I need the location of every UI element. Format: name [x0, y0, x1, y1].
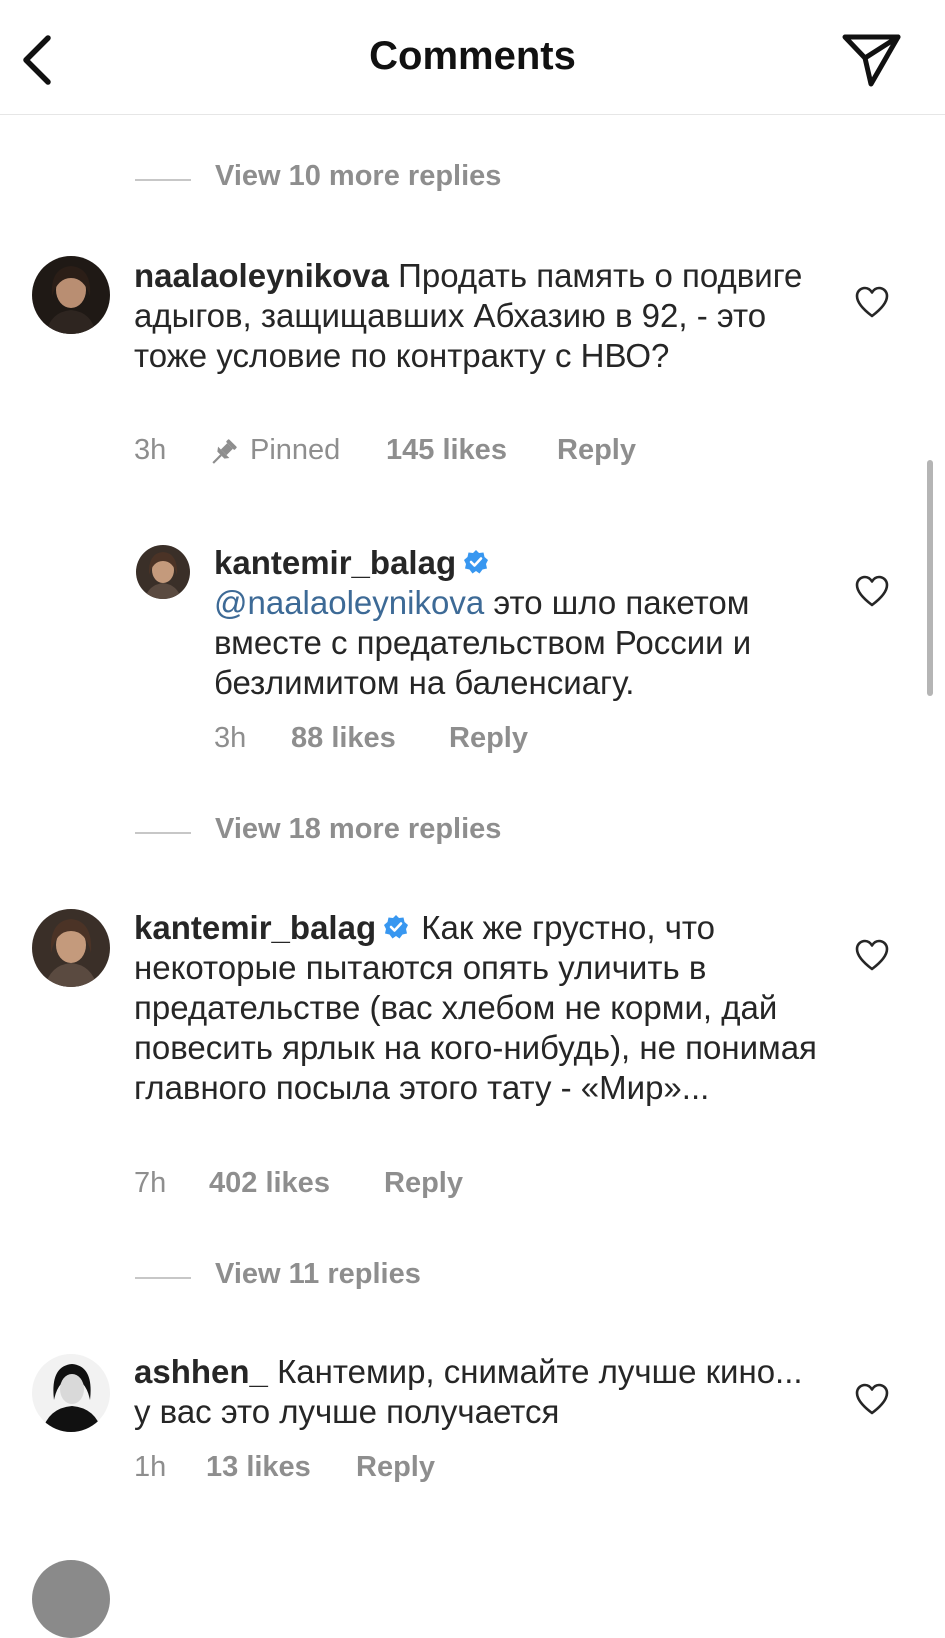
heart-icon[interactable] — [854, 574, 890, 608]
likes-count[interactable]: 145 likes — [386, 434, 507, 467]
header-bar: Comments — [0, 0, 945, 115]
pinned-label: Pinned — [250, 434, 341, 466]
username[interactable]: kantemir_balag — [214, 544, 456, 581]
reply-button[interactable]: Reply — [557, 434, 636, 467]
comment-meta: 3h Pinned 145 likes Reply — [134, 434, 694, 474]
share-button[interactable] — [838, 30, 904, 90]
timestamp: 7h — [134, 1167, 167, 1199]
scrollbar[interactable] — [927, 460, 933, 696]
reply-button[interactable]: Reply — [356, 1451, 435, 1484]
comment-text: kantemir_balag Как же грустно, что некот… — [134, 908, 824, 1108]
avatar[interactable] — [136, 545, 190, 599]
timestamp: 1h — [134, 1451, 167, 1483]
timestamp: 3h — [214, 722, 247, 754]
reply-meta: 3h 88 likes Reply — [214, 722, 614, 762]
reply-button[interactable]: Reply — [449, 722, 528, 755]
avatar[interactable] — [32, 1560, 110, 1638]
verified-badge-icon — [384, 915, 409, 939]
comment-text: ashhen_ Кантемир, снимайте лучше кино...… — [134, 1352, 824, 1432]
view-more-label: View 18 more replies — [215, 813, 502, 845]
reply-text: kantemir_balag @naalaoleynikova это шло … — [214, 543, 824, 703]
view-more-label: View 11 replies — [215, 1258, 421, 1290]
likes-count[interactable]: 88 likes — [291, 722, 396, 755]
heart-icon[interactable] — [854, 285, 890, 319]
avatar[interactable] — [32, 909, 110, 987]
heart-icon[interactable] — [854, 938, 890, 972]
comment-meta: 1h 13 likes Reply — [134, 1451, 534, 1491]
divider-line — [135, 1277, 191, 1279]
view-more-replies[interactable]: View 11 replies — [135, 1258, 475, 1298]
verified-badge-icon — [464, 550, 489, 574]
timestamp: 3h — [134, 434, 167, 466]
page-title: Comments — [369, 34, 576, 78]
reply-button[interactable]: Reply — [384, 1167, 463, 1200]
username[interactable]: naalaoleynikova — [134, 257, 389, 294]
divider-line — [135, 832, 191, 834]
heart-icon[interactable] — [854, 1382, 890, 1416]
username[interactable]: ashhen_ — [134, 1353, 268, 1390]
divider-line — [135, 179, 191, 181]
view-more-replies[interactable]: View 10 more replies — [135, 160, 555, 200]
mention-link[interactable]: @naalaoleynikova — [214, 584, 484, 621]
avatar[interactable] — [32, 256, 110, 334]
paper-plane-icon — [842, 34, 901, 87]
likes-count[interactable]: 13 likes — [206, 1451, 311, 1484]
view-more-label: View 10 more replies — [215, 160, 502, 192]
comment-meta: 7h 402 likes Reply — [134, 1167, 534, 1207]
username[interactable]: kantemir_balag — [134, 909, 376, 946]
comment-text: naalaoleynikova Продать память о подвиге… — [134, 256, 824, 376]
likes-count[interactable]: 402 likes — [209, 1167, 330, 1200]
view-more-replies[interactable]: View 18 more replies — [135, 813, 555, 853]
avatar[interactable] — [32, 1354, 110, 1432]
pin-icon — [212, 439, 237, 464]
